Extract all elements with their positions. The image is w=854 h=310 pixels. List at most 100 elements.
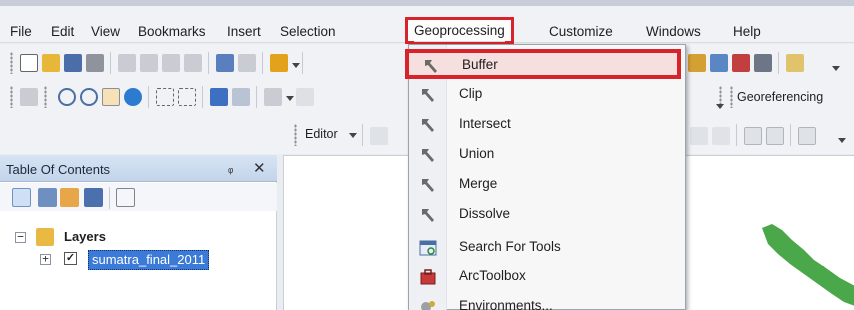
fixed-zoom-out-icon[interactable]: [178, 88, 196, 106]
menu-view[interactable]: View: [91, 22, 120, 42]
toolbar-separator: [778, 52, 779, 74]
list-by-visibility-icon[interactable]: [60, 188, 79, 207]
close-icon[interactable]: ✕: [253, 159, 266, 177]
select-features-dropdown-icon[interactable]: [286, 96, 294, 101]
forward-extent-icon[interactable]: [232, 88, 250, 106]
menu-item-union[interactable]: Union: [409, 139, 687, 169]
hammer-icon: [425, 60, 437, 73]
toolbar-grip[interactable]: [44, 86, 47, 108]
menu-bar: File Edit View Bookmarks Insert Selectio…: [0, 0, 854, 44]
toolbar-grip[interactable]: [294, 124, 297, 146]
cut-icon[interactable]: [118, 54, 136, 72]
hammer-icon: [422, 149, 434, 162]
toolbar-overflow-icon[interactable]: [832, 66, 840, 71]
pan-icon[interactable]: [102, 88, 120, 106]
list-by-source-icon[interactable]: [38, 188, 57, 207]
search-window-icon: [419, 240, 437, 256]
toolbar-separator: [256, 86, 257, 108]
toolbar-separator: [790, 124, 791, 146]
pin-icon[interactable]: ᵩ: [228, 161, 233, 175]
layer-visibility-checkbox[interactable]: ✓: [64, 252, 77, 265]
redo-icon[interactable]: [238, 54, 256, 72]
model-builder-icon[interactable]: [786, 54, 804, 72]
menu-item-intersect[interactable]: Intersect: [409, 109, 687, 139]
rotate-icon[interactable]: [712, 127, 730, 145]
menu-item-clip[interactable]: Clip: [409, 79, 687, 109]
undo-icon[interactable]: [216, 54, 234, 72]
layer-item-sumatra[interactable]: sumatra_final_2011: [88, 250, 210, 270]
python-window-icon[interactable]: [754, 54, 772, 72]
menu-item-arctoolbox[interactable]: ArcToolbox: [409, 261, 687, 291]
menu-help[interactable]: Help: [733, 22, 761, 42]
layers-group-label[interactable]: Layers: [64, 229, 106, 244]
fixed-zoom-in-icon[interactable]: [156, 88, 174, 106]
menu-item-label: Intersect: [459, 116, 511, 131]
hammer-icon: [422, 179, 434, 192]
edit-vertices-icon[interactable]: [690, 127, 708, 145]
gears-icon: [421, 301, 435, 310]
new-document-icon[interactable]: [20, 54, 38, 72]
create-features-icon[interactable]: [798, 127, 816, 145]
menu-item-label: Buffer: [462, 57, 498, 72]
toolbar-separator: [109, 187, 110, 209]
open-folder-icon[interactable]: [42, 54, 60, 72]
menu-geoprocessing-label: Geoprocessing: [414, 20, 505, 42]
menu-item-buffer[interactable]: Buffer: [405, 49, 681, 79]
add-data-dropdown-icon[interactable]: [292, 63, 300, 68]
menu-item-environments[interactable]: Environments...: [409, 291, 687, 310]
delete-icon[interactable]: [184, 54, 202, 72]
zoom-out-icon[interactable]: [80, 88, 98, 106]
collapse-layers-icon[interactable]: −: [15, 231, 26, 243]
copy-icon[interactable]: [140, 54, 158, 72]
menu-geoprocessing[interactable]: Geoprocessing: [405, 17, 514, 44]
attributes-icon[interactable]: [744, 127, 762, 145]
clear-selection-icon[interactable]: [296, 88, 314, 106]
toolbar-separator: [362, 124, 363, 146]
georeferencing-toolbar-label[interactable]: Georeferencing: [737, 90, 823, 104]
menu-windows[interactable]: Windows: [646, 22, 701, 42]
menu-item-label: Merge: [459, 176, 498, 191]
menu-file[interactable]: File: [10, 22, 32, 42]
menu-item-search-for-tools[interactable]: Search For Tools: [409, 232, 687, 262]
editor-menu-button[interactable]: Editor: [305, 127, 338, 141]
list-by-selection-icon[interactable]: [84, 188, 103, 207]
menu-item-dissolve[interactable]: Dissolve: [409, 199, 687, 229]
toc-header: Table Of Contents ᵩ ✕: [0, 155, 277, 182]
sumatra-feature[interactable]: [762, 224, 854, 306]
sketch-properties-icon[interactable]: [766, 127, 784, 145]
menu-item-label: Dissolve: [459, 206, 511, 221]
hammer-icon: [422, 89, 434, 102]
paste-icon[interactable]: [162, 54, 180, 72]
select-features-icon[interactable]: [264, 88, 282, 106]
arcmap-tool-icon[interactable]: [688, 54, 706, 72]
list-by-drawing-order-icon[interactable]: [12, 188, 31, 207]
menu-bookmarks[interactable]: Bookmarks: [138, 22, 206, 42]
options-icon[interactable]: [116, 188, 135, 207]
save-icon[interactable]: [64, 54, 82, 72]
full-extent-icon[interactable]: [124, 88, 142, 106]
add-data-icon[interactable]: [270, 54, 288, 72]
print-icon[interactable]: [86, 54, 104, 72]
menu-item-merge[interactable]: Merge: [409, 169, 687, 199]
toolbar-separator: [262, 52, 263, 74]
edit-tool-icon[interactable]: [370, 127, 388, 145]
toolbar-overflow-icon[interactable]: [716, 104, 724, 109]
menu-customize[interactable]: Customize: [549, 22, 613, 42]
menu-edit[interactable]: Edit: [51, 22, 74, 42]
toolbar-separator: [110, 52, 111, 74]
expand-layer-icon[interactable]: +: [40, 253, 51, 265]
back-extent-icon[interactable]: [210, 88, 228, 106]
editor-toolbar-icon[interactable]: [20, 88, 38, 106]
hammer-icon: [422, 119, 434, 132]
toolbar-grip[interactable]: [10, 86, 13, 108]
catalog-window-icon[interactable]: [710, 54, 728, 72]
toolbar-grip[interactable]: [730, 86, 733, 108]
zoom-in-icon[interactable]: [58, 88, 76, 106]
menu-selection[interactable]: Selection: [280, 22, 336, 42]
hammer-icon: [422, 209, 434, 222]
toolbar-overflow-icon[interactable]: [838, 138, 846, 143]
editor-dropdown-icon[interactable]: [349, 133, 357, 138]
menu-insert[interactable]: Insert: [227, 22, 261, 42]
toolbar-grip[interactable]: [10, 52, 13, 74]
arctoolbox-toolbar-icon[interactable]: [732, 54, 750, 72]
